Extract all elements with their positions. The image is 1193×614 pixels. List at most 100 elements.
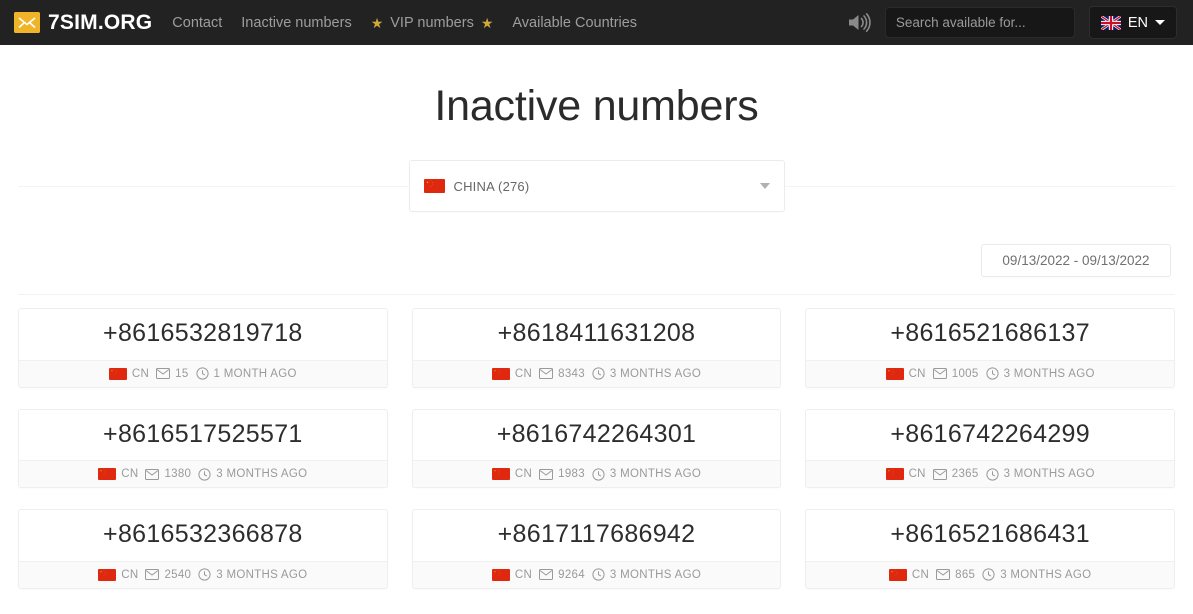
age-meta: 3 MONTHS AGO [592,468,701,481]
phone-number-link[interactable]: +8618411631208 [413,309,781,360]
number-card[interactable]: +8616517525571 CN 1380 3 MONTHS AGO [18,408,388,489]
country-code-label: CN [131,367,150,380]
nav-link-contact[interactable]: Contact [172,15,222,31]
country-meta: CN [885,468,926,481]
envelope-icon [539,468,554,480]
number-card[interactable]: +8618411631208 CN 8343 3 MONTHS AGO [411,308,782,388]
age-meta: 3 MONTHS AGO [198,468,307,481]
number-card[interactable]: +8616521686431 CN 865 3 MONTHS AGO [805,509,1175,589]
number-card[interactable]: +8616532366878 CN 2540 3 MONTHS AGO [18,509,388,589]
number-card[interactable]: +8616521686137 CN 1005 3 MONTHS AGO [805,308,1175,388]
envelope-icon [539,569,554,581]
age-label: 1 MONTH AGO [213,367,297,380]
message-count-meta: 8343 [539,368,585,380]
card-meta-footer: CN 1983 3 MONTHS AGO [412,460,781,488]
country-code-label: CN [121,568,139,581]
phone-number-link[interactable]: +8617117686942 [413,510,781,561]
message-count-label: 8343 [558,367,585,380]
envelope-icon [539,368,554,380]
card-meta-footer: CN 1005 3 MONTHS AGO [806,359,1174,387]
number-card[interactable]: +8616742264299 CN 2365 3 MONTHS AGO [805,408,1175,489]
nav-item-available-countries[interactable]: Available Countries [512,14,637,32]
country-code-label: CN [514,468,533,481]
country-code-label: CN [911,568,930,581]
country-meta: CN [491,468,533,481]
age-label: 3 MONTHS AGO [609,568,702,581]
envelope-icon [936,569,951,581]
age-meta: 1 MONTH AGO [195,367,297,381]
clock-icon [195,367,209,381]
clock-icon [985,468,999,481]
age-label: 3 MONTHS AGO [609,367,702,380]
age-meta: 3 MONTHS AGO [985,367,1095,381]
country-select[interactable]: CHINA (276) [408,160,785,213]
chevron-down-icon [759,183,770,190]
clock-icon [985,367,999,381]
phone-number-link[interactable]: +8616532819718 [19,309,387,360]
card-meta-footer: CN 2365 3 MONTHS AGO [806,460,1174,488]
age-label: 3 MONTHS AGO [216,568,308,581]
speaker-icon[interactable] [846,12,871,33]
navbar-right-group: EN [846,0,1177,45]
envelope-icon [145,569,160,581]
country-code-label: CN [514,568,533,581]
age-label: 3 MONTHS AGO [1003,367,1095,380]
phone-number-link[interactable]: +8616742264301 [413,410,781,461]
country-code-label: CN [908,468,926,481]
envelope-icon [932,368,947,380]
nav-link-available-countries[interactable]: Available Countries [512,15,637,31]
cn-flag-icon [98,568,117,581]
date-filter-row [0,244,1193,296]
clock-icon [198,568,211,582]
message-count-label: 1983 [558,468,585,481]
cn-flag-icon [491,568,510,581]
phone-number-link[interactable]: +8616742264299 [806,410,1174,461]
number-card[interactable]: +8616742264301 CN 1983 3 MONTHS AGO [411,408,782,489]
clock-icon [592,568,605,582]
nav-link-vip-numbers[interactable]: VIP numbers [390,15,474,31]
message-count-meta: 2365 [932,468,979,481]
message-count-meta: 15 [156,368,188,380]
cn-flag-icon [885,468,904,481]
age-meta: 3 MONTHS AGO [982,568,1092,582]
card-meta-footer: CN 1380 3 MONTHS AGO [19,460,387,488]
brand-name: 7SIM.ORG [48,10,153,34]
nav-item-inactive-numbers[interactable]: Inactive numbers [241,14,351,32]
chevron-down-icon [1155,20,1165,25]
message-count-label: 2540 [164,568,192,581]
country-select-label: CHINA (276) [453,178,530,194]
clock-icon [198,468,211,481]
cn-flag-icon [108,367,127,380]
country-code-label: CN [908,367,926,380]
brand-logo-link[interactable]: 7SIM.ORG [14,11,152,35]
nav-item-vip-numbers[interactable]: ★ VIP numbers ★ [371,15,494,31]
card-meta-footer: CN 15 1 MONTH AGO [19,359,387,387]
card-meta-footer: CN 9264 3 MONTHS AGO [412,560,781,588]
phone-number-link[interactable]: +8616521686137 [806,309,1174,360]
age-label: 3 MONTHS AGO [1003,468,1095,481]
phone-number-link[interactable]: +8616532366878 [19,510,387,561]
message-count-meta: 9264 [539,569,585,581]
message-count-label: 1005 [951,367,979,380]
nav-item-contact[interactable]: Contact [172,14,222,32]
top-navbar: 7SIM.ORG Contact Inactive numbers ★ VIP … [0,0,1193,45]
nav-link-inactive-numbers[interactable]: Inactive numbers [241,15,351,31]
number-card[interactable]: +8617117686942 CN 9264 3 MONTHS AGO [411,509,782,589]
message-count-meta: 865 [936,569,975,581]
country-meta: CN [98,568,139,581]
country-meta: CN [885,367,926,380]
age-label: 3 MONTHS AGO [1000,568,1092,581]
search-input[interactable] [884,7,1075,38]
country-meta: CN [491,568,533,581]
number-card[interactable]: +8616532819718 CN 15 1 MONTH AGO [18,308,388,388]
card-meta-footer: CN 8343 3 MONTHS AGO [412,359,781,387]
phone-number-link[interactable]: +8616521686431 [806,510,1174,561]
date-range-input[interactable] [981,244,1171,278]
message-count-meta: 1005 [932,367,979,380]
cn-flag-icon [491,367,510,380]
message-count-label: 2365 [951,468,979,481]
phone-number-link[interactable]: +8616517525571 [19,410,387,461]
age-meta: 3 MONTHS AGO [592,367,702,381]
envelope-icon [156,368,171,380]
language-selector[interactable]: EN [1088,6,1177,39]
